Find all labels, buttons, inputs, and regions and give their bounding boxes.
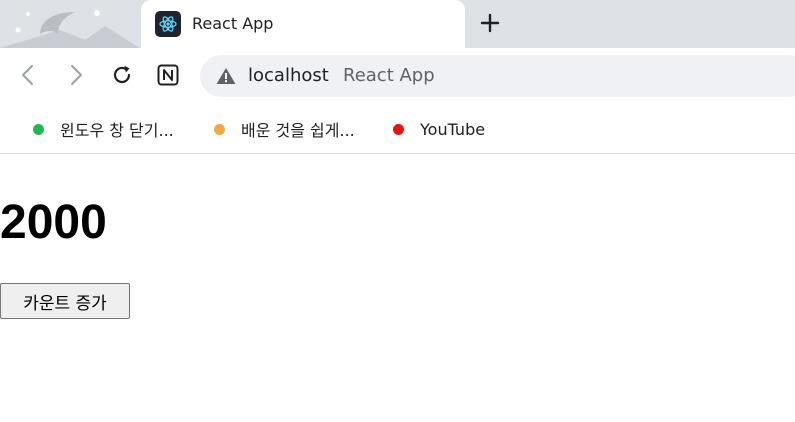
tab-react-app[interactable]: React App (141, 0, 465, 48)
react-logo-icon (155, 11, 181, 37)
bookmark-dot-icon (214, 123, 225, 135)
warning-icon[interactable] (216, 67, 236, 85)
url-page-title: React App (343, 65, 435, 86)
theme-decoration (0, 10, 140, 48)
forward-arrow-icon (71, 65, 82, 85)
notion-icon (157, 64, 179, 86)
browser-toolbar: localhost React App (0, 48, 795, 106)
new-tab-button[interactable] (477, 10, 503, 36)
bookmarks-bar: 윈도우 창 닫기... 배운 것을 쉽게... YouTube (0, 106, 795, 154)
bookmark-item[interactable]: 윈도우 창 닫기... (33, 117, 174, 141)
bookmark-item[interactable]: YouTube (393, 117, 485, 141)
bookmark-label: 윈도우 창 닫기... (60, 121, 174, 140)
bookmark-dot-icon (33, 123, 44, 135)
bookmark-dot-icon (393, 123, 404, 135)
bookmark-item[interactable]: 배운 것을 쉽게... (214, 117, 355, 141)
bookmark-label: 배운 것을 쉽게... (241, 121, 355, 140)
bookmark-label: YouTube (420, 119, 486, 139)
url-host: localhost (248, 65, 329, 86)
address-bar[interactable]: localhost React App (200, 55, 795, 97)
plus-icon (480, 13, 500, 33)
page-content: 2000 카운트 증가 (0, 155, 795, 422)
forward-button[interactable] (61, 60, 91, 90)
back-arrow-icon (22, 65, 33, 85)
count-heading: 2000 (0, 196, 107, 249)
increment-count-button[interactable]: 카운트 증가 (0, 283, 130, 319)
tab-strip: React App (0, 0, 795, 48)
notion-extension-button[interactable] (153, 60, 183, 90)
tab-title: React App (192, 14, 274, 33)
back-button[interactable] (13, 60, 43, 90)
reload-button[interactable] (107, 60, 137, 90)
reload-icon (113, 65, 131, 84)
